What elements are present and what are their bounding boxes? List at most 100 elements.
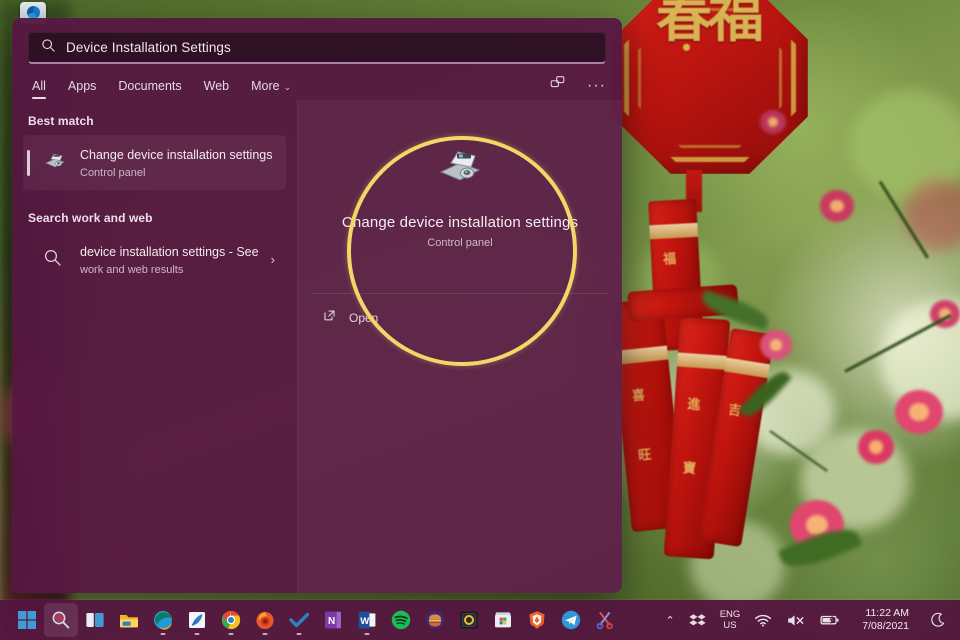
windows-start-icon: [16, 609, 38, 631]
microsoft-store-icon: [492, 609, 514, 631]
file-explorer-button[interactable]: [112, 603, 146, 637]
burger-app-icon: [424, 609, 446, 631]
open-label: Open: [349, 311, 378, 325]
blossom: [820, 190, 854, 222]
result-item-subtitle: Control panel: [80, 167, 272, 179]
notepad-feather-icon: [186, 609, 208, 631]
moon-do-not-disturb-icon: [931, 612, 947, 628]
show-hidden-icons-button[interactable]: ⌃: [658, 604, 681, 636]
snipping-tool-button[interactable]: [588, 603, 622, 637]
running-indicator: [161, 633, 166, 636]
tab-documents-label: Documents: [118, 79, 181, 93]
blossom: [760, 110, 786, 134]
result-item-subtitle: work and web results: [80, 264, 259, 276]
telegram-icon: [560, 609, 582, 631]
preview-action-open[interactable]: Open: [298, 294, 622, 328]
search-icon: [41, 38, 56, 58]
tab-more[interactable]: More⌄: [240, 74, 302, 100]
firecracker-mark: 旺: [637, 444, 652, 464]
control-panel-device-icon: [434, 142, 486, 194]
tab-all[interactable]: All: [28, 74, 57, 100]
speaker-muted-icon: [786, 613, 806, 628]
windows-search-panel: Device Installation Settings All Apps Do…: [12, 18, 622, 593]
burger-app-button[interactable]: [418, 603, 452, 637]
search-icon: [50, 609, 72, 631]
taskbar: N W: [0, 600, 960, 640]
microsoft-store-button[interactable]: [486, 603, 520, 637]
search-button[interactable]: [44, 603, 78, 637]
search-filter-tabs: All Apps Documents Web More⌄ ···: [12, 64, 622, 100]
blossom: [895, 390, 943, 434]
svg-text:W: W: [360, 616, 369, 627]
word-icon: W: [356, 609, 378, 631]
task-view-icon: [84, 609, 106, 631]
more-options-icon[interactable]: ···: [587, 80, 606, 92]
notepad-button[interactable]: [180, 603, 214, 637]
volume-button[interactable]: [779, 604, 813, 636]
notification-center-button[interactable]: [924, 604, 954, 636]
chevron-right-icon: ›: [271, 252, 275, 267]
clock-time: 11:22 AM: [862, 607, 909, 620]
clock-button[interactable]: 11:22 AM 7/08/2021: [847, 604, 924, 636]
control-panel-device-icon: [42, 148, 68, 174]
tab-web-label: Web: [204, 79, 229, 93]
dropbox-tray-icon[interactable]: [682, 604, 713, 636]
result-item-text: device installation settings - See work …: [80, 243, 259, 276]
section-heading-search-work-and-web: Search work and web: [12, 189, 297, 233]
network-button[interactable]: [747, 604, 779, 636]
firecracker-mark: 進: [687, 393, 701, 413]
open-external-icon: [322, 308, 337, 328]
spotify-button[interactable]: [384, 603, 418, 637]
firefox-icon: [254, 609, 276, 631]
scissors-icon: [594, 609, 616, 631]
tab-apps[interactable]: Apps: [57, 74, 108, 100]
chrome-button[interactable]: [214, 603, 248, 637]
preview-title: Change device installation settings: [342, 214, 578, 231]
onenote-button[interactable]: N: [316, 603, 350, 637]
result-item-web-search[interactable]: device installation settings - See work …: [24, 233, 285, 286]
running-indicator: [263, 633, 268, 636]
telegram-button[interactable]: [554, 603, 588, 637]
taskbar-app-buttons: N W: [0, 603, 622, 637]
clock-date: 7/08/2021: [862, 620, 909, 633]
task-view-button[interactable]: [78, 603, 112, 637]
search-input-value: Device Installation Settings: [66, 40, 231, 55]
svg-text:N: N: [328, 616, 335, 627]
brave-button[interactable]: [520, 603, 554, 637]
search-preview-pane: Change device installation settings Cont…: [297, 100, 622, 593]
firecracker-mark: 喜: [631, 384, 646, 404]
search-panel-body: Best match Change device installation se…: [12, 100, 622, 593]
language-indicator-text: ENG US: [720, 609, 741, 631]
firefox-button[interactable]: [248, 603, 282, 637]
tab-apps-label: Apps: [68, 79, 97, 93]
todoist-button[interactable]: [282, 603, 316, 637]
firecracker-mark: 寶: [682, 457, 696, 477]
feedback-icon[interactable]: [549, 74, 567, 97]
edge-button[interactable]: [146, 603, 180, 637]
tab-web[interactable]: Web: [193, 74, 240, 100]
wifi-icon: [754, 613, 772, 628]
firecracker-band: [724, 358, 770, 379]
language-indicator[interactable]: ENG US: [713, 604, 748, 636]
search-input[interactable]: Device Installation Settings: [28, 32, 606, 64]
result-item-title: device installation settings - See: [80, 245, 259, 259]
result-item-change-device-installation-settings[interactable]: Change device installation settings Cont…: [24, 136, 285, 189]
running-indicator: [365, 633, 370, 636]
dark-app-icon: [458, 609, 480, 631]
section-heading-best-match: Best match: [12, 114, 297, 136]
battery-charging-icon: [820, 613, 840, 627]
brave-icon: [526, 609, 548, 631]
result-item-title: Change device installation settings: [80, 148, 272, 162]
chevron-down-icon: ⌄: [284, 82, 292, 92]
word-button[interactable]: W: [350, 603, 384, 637]
firecracker-mark: 福: [663, 248, 677, 268]
start-button[interactable]: [10, 603, 44, 637]
dark-app-button[interactable]: [452, 603, 486, 637]
tab-all-label: All: [32, 79, 46, 93]
lantern-glyph: 春福: [638, 0, 778, 92]
tab-documents[interactable]: Documents: [107, 74, 192, 100]
battery-button[interactable]: [813, 604, 847, 636]
language-line-2: US: [720, 620, 741, 631]
clock-text: 11:22 AM 7/08/2021: [854, 607, 917, 633]
filter-row-actions: ···: [549, 74, 606, 97]
